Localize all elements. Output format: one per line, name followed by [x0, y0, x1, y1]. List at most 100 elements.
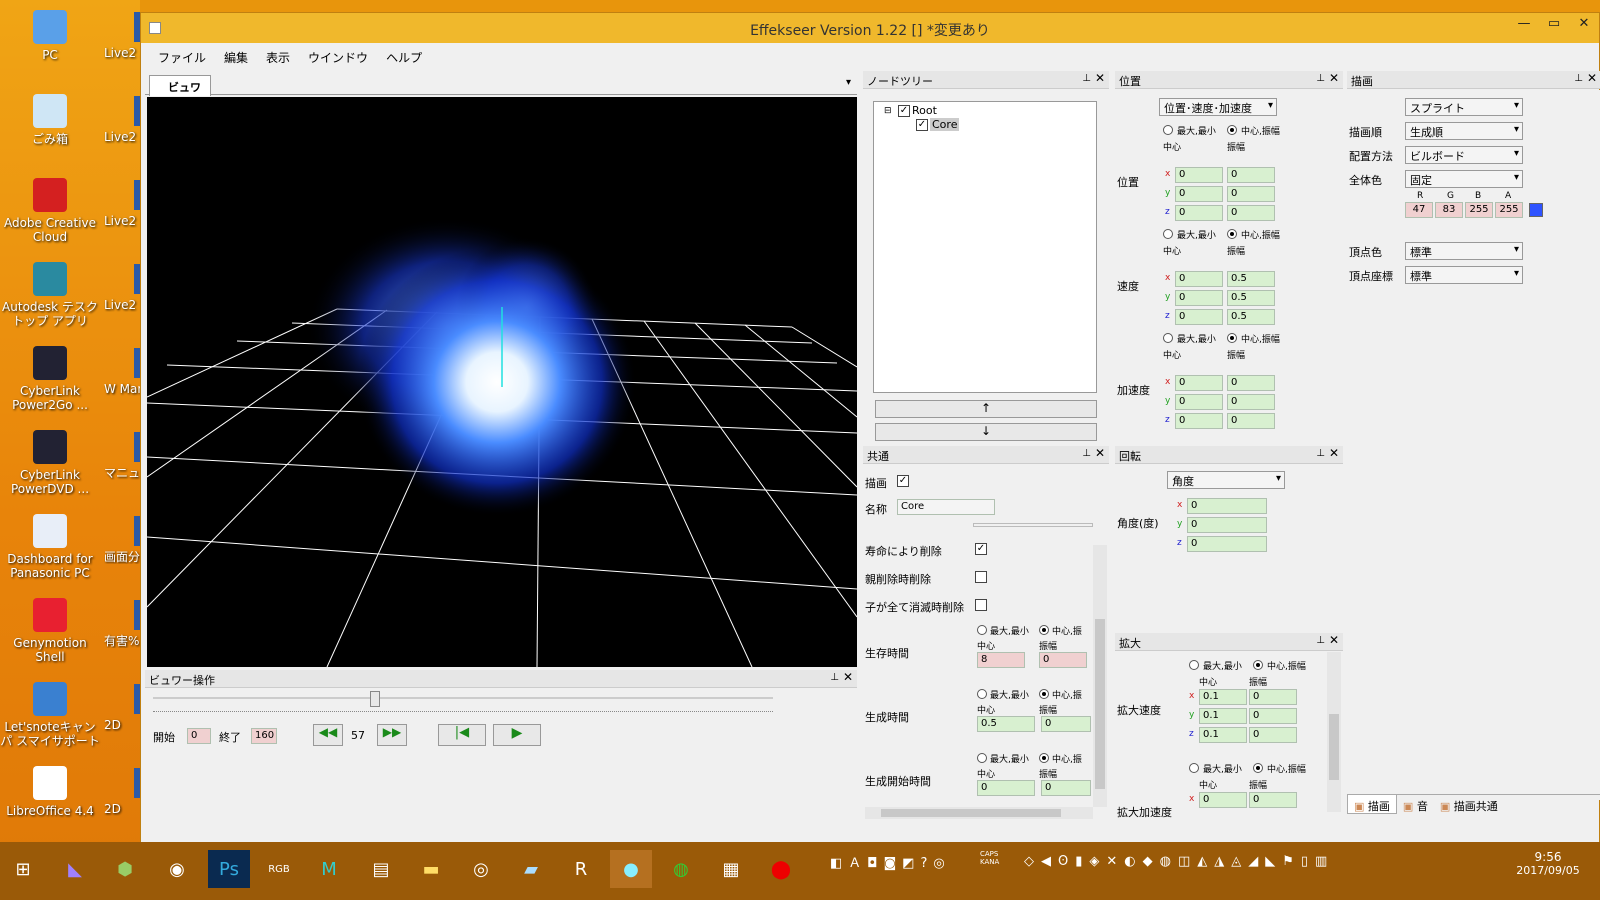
timeline-slider-thumb[interactable] [370, 691, 380, 707]
minmax-radio[interactable] [977, 753, 987, 763]
3d-viewport[interactable] [147, 97, 857, 667]
collapse-icon[interactable]: ⊟ [884, 106, 892, 116]
minimize-button[interactable]: — [1509, 13, 1539, 35]
desktop-icon-genymotion[interactable]: Genymotion Shell [0, 598, 100, 664]
system-tray[interactable]: ◧Ａ◘◙◩?◎ [830, 852, 951, 871]
name-input[interactable]: Core [897, 499, 995, 515]
scale-vel-z-amp-input[interactable]: 0 [1249, 727, 1297, 743]
rotation-z-input[interactable]: 0 [1187, 536, 1267, 552]
pos-y-center-input[interactable]: 0 [1175, 186, 1223, 202]
taskbar-app[interactable]: ◣ [54, 850, 96, 888]
taskbar-app[interactable]: RGB [258, 850, 300, 888]
vertex-color-select[interactable]: 標準 [1405, 242, 1523, 260]
pin-icon[interactable]: ⊥ [1316, 635, 1325, 646]
desktop-icon-partial[interactable]: Live2 Anim [104, 12, 140, 60]
rewind-button[interactable]: ◀◀ [313, 724, 343, 746]
core-checkbox[interactable]: ✓ [916, 119, 928, 131]
pin-icon[interactable]: ⊥ [1574, 73, 1583, 84]
pin-icon[interactable]: ⊥ [1082, 73, 1091, 84]
timeline-track[interactable] [153, 697, 773, 699]
close-icon[interactable]: ✕ [1095, 71, 1105, 85]
acc-z-center-input[interactable]: 0 [1175, 413, 1223, 429]
color-g-input[interactable]: 83 [1435, 202, 1463, 218]
center-amp-radio[interactable] [1227, 229, 1237, 239]
vertex-coord-select[interactable]: 標準 [1405, 266, 1523, 284]
vel-x-amp-input[interactable]: 0.5 [1227, 271, 1275, 287]
pos-x-amp-input[interactable]: 0 [1227, 167, 1275, 183]
play-button[interactable]: ▶ [493, 724, 541, 746]
rotation-y-input[interactable]: 0 [1187, 517, 1267, 533]
desktop-icon-partial[interactable]: Live2 Model [104, 180, 140, 228]
desktop-icon-recycle[interactable]: ごみ箱 [0, 94, 100, 146]
pos-y-amp-input[interactable]: 0 [1227, 186, 1275, 202]
center-amp-radio[interactable] [1039, 689, 1049, 699]
close-icon[interactable]: ✕ [1329, 71, 1339, 85]
close-button[interactable]: ✕ [1569, 13, 1599, 35]
taskbar-app-effekseer[interactable]: ● [610, 850, 652, 888]
minmax-radio[interactable] [1163, 125, 1173, 135]
close-icon[interactable]: ✕ [1095, 446, 1105, 460]
desktop-icon-adobe[interactable]: Adobe Creative Cloud [0, 178, 100, 244]
pos-z-center-input[interactable]: 0 [1175, 205, 1223, 221]
draw-order-select[interactable]: 生成順 [1405, 122, 1523, 140]
close-icon[interactable]: ✕ [1587, 71, 1597, 85]
color-swatch[interactable] [1529, 203, 1543, 217]
minmax-radio[interactable] [1163, 333, 1173, 343]
minmax-radio[interactable] [977, 625, 987, 635]
vel-y-center-input[interactable]: 0 [1175, 290, 1223, 306]
desktop-icon-partial[interactable]: Live2 Model [104, 264, 140, 312]
desktop-icon-dashboard[interactable]: Dashboard for Panasonic PC [0, 514, 100, 580]
overall-color-select[interactable]: 固定 [1405, 170, 1523, 188]
lifetime-center-input[interactable]: 8 [977, 652, 1025, 668]
vel-z-amp-input[interactable]: 0.5 [1227, 309, 1275, 325]
center-amp-radio[interactable] [1039, 625, 1049, 635]
tab-render-common[interactable]: ▣ 描画共通 [1434, 795, 1504, 814]
taskbar-app[interactable]: ▤ [360, 850, 402, 888]
taskbar-app[interactable]: ⬤ [760, 850, 802, 888]
pin-icon[interactable]: ⊥ [1082, 448, 1091, 459]
scale-vel-y-amp-input[interactable]: 0 [1249, 708, 1297, 724]
menu-window[interactable]: ウインドウ [299, 43, 377, 69]
chevron-down-icon[interactable]: ▾ [846, 77, 851, 88]
maximize-button[interactable]: ▭ [1539, 13, 1569, 35]
desktop-icon-partial[interactable]: W Manag [104, 348, 140, 396]
parent-delete-checkbox[interactable] [975, 571, 987, 583]
menu-view[interactable]: 表示 [257, 43, 299, 69]
life-delete-checkbox[interactable]: ✓ [975, 543, 987, 555]
gen-start-center-input[interactable]: 0 [977, 780, 1035, 796]
menu-help[interactable]: ヘルプ [377, 43, 431, 69]
desktop-icon-partial[interactable]: 有害% (ﾌｨﾙﾀｰ [104, 600, 140, 648]
pin-icon[interactable]: ⊥ [830, 672, 839, 683]
desktop-icon-pc[interactable]: PC [0, 10, 100, 62]
vel-x-center-input[interactable]: 0 [1175, 271, 1223, 287]
position-mode-select[interactable]: 位置･速度･加速度 [1159, 98, 1277, 116]
horizontal-scrollbar[interactable] [865, 807, 1093, 819]
scale-vel-x-amp-input[interactable]: 0 [1249, 689, 1297, 705]
start-button[interactable]: ⊞ [2, 850, 44, 888]
minmax-radio[interactable] [977, 689, 987, 699]
pos-x-center-input[interactable]: 0 [1175, 167, 1223, 183]
desktop-icon-partial[interactable]: 2D [104, 684, 140, 732]
taskbar-app[interactable]: ◉ [156, 850, 198, 888]
desktop-icon-powerdvd[interactable]: CyberLink PowerDVD ... [0, 430, 100, 496]
acc-z-amp-input[interactable]: 0 [1227, 413, 1275, 429]
scale-vel-z-center-input[interactable]: 0.1 [1199, 727, 1247, 743]
tab-viewer[interactable]: ビュワー [149, 75, 211, 110]
title-bar[interactable]: Effekseer Version 1.22 [] *変更あり — ▭ ✕ [141, 13, 1599, 43]
minmax-radio[interactable] [1163, 229, 1173, 239]
center-amp-radio[interactable] [1039, 753, 1049, 763]
color-b-input[interactable]: 255 [1465, 202, 1493, 218]
minmax-radio[interactable] [1189, 763, 1199, 773]
notification-icons[interactable]: ◇◀ʘ▮◈✕◐◆◍◫◭◮◬◢◣⚑▯▥ [1024, 854, 1334, 869]
placement-select[interactable]: ビルボード [1405, 146, 1523, 164]
taskbar-app[interactable]: ▬ [410, 850, 452, 888]
acc-x-amp-input[interactable]: 0 [1227, 375, 1275, 391]
gen-time-center-input[interactable]: 0.5 [977, 716, 1035, 732]
lifetime-amp-input[interactable]: 0 [1039, 652, 1087, 668]
center-amp-radio[interactable] [1253, 763, 1263, 773]
center-amp-radio[interactable] [1253, 660, 1263, 670]
vel-y-amp-input[interactable]: 0.5 [1227, 290, 1275, 306]
acc-y-amp-input[interactable]: 0 [1227, 394, 1275, 410]
taskbar-app[interactable]: Ps [208, 850, 250, 888]
move-down-button[interactable]: ↓ [875, 423, 1097, 441]
